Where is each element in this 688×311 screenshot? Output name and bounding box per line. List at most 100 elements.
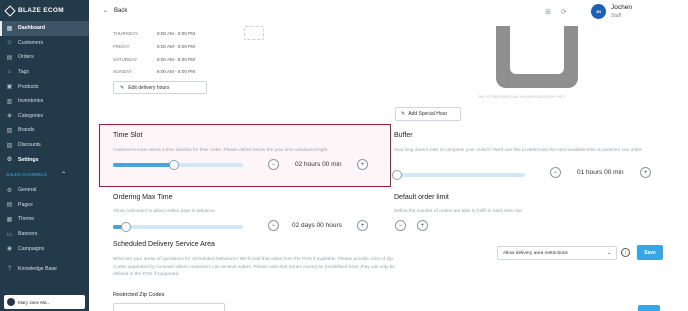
buffer-description: How long does it take to complete your o… xyxy=(394,147,643,152)
ordering-max-time-value: 02 days 00 hours xyxy=(292,222,342,229)
chevron-down-icon: ⌄ xyxy=(606,250,611,256)
dashboard-icon: ▦ xyxy=(6,25,13,32)
user-role: Staff xyxy=(611,13,622,19)
sidebar-item-label: Theme xyxy=(18,216,35,223)
time-slot-slider[interactable] xyxy=(113,160,243,170)
restricted-zip-input[interactable] xyxy=(113,303,225,311)
sidebar-item-label: Discounts xyxy=(18,142,41,149)
top-bar: ← Back ⊞ ⟳ JN Jochen Staff xyxy=(89,0,688,26)
sidebar-item-dashboard[interactable]: ▦ Dashboard xyxy=(0,21,89,36)
sales-channels-label: SALES CHANNELS xyxy=(6,172,48,178)
ordering-max-time-slider[interactable] xyxy=(113,222,243,232)
sidebar-item-tags[interactable]: ⌂ Tags xyxy=(0,65,89,80)
add-special-hour-button[interactable]: ✎ Add Special Hour xyxy=(395,107,461,121)
ordering-max-time-decrement-button[interactable]: − xyxy=(268,220,279,231)
general-icon: ⚙ xyxy=(6,187,13,194)
sidebar-item-general[interactable]: ⚙ General xyxy=(0,183,89,198)
edit-delivery-hours-button[interactable]: ✎ Edit delivery hours xyxy=(113,81,207,94)
sidebar-item-theme[interactable]: ▦ Theme xyxy=(0,212,89,227)
save-button[interactable]: Save xyxy=(637,245,663,260)
slider-handle[interactable] xyxy=(392,170,402,180)
back-label: Back xyxy=(114,8,128,14)
sidebar: BLAZE ECOM ▦ Dashboard ☺ Customers ▤ Orders ⌂ T… xyxy=(0,0,89,311)
gear-icon: ⚙ xyxy=(6,157,13,164)
order-limit-decrement-button[interactable]: − xyxy=(395,220,406,231)
sidebar-item-label: Campaigns xyxy=(18,245,45,252)
refresh-icon[interactable]: ⟳ xyxy=(561,8,567,16)
logo-icon xyxy=(4,4,16,17)
bottom-action-button[interactable] xyxy=(638,305,660,311)
sidebar-item-inventories[interactable]: ▥ Inventories xyxy=(0,94,89,109)
help-icon: ? xyxy=(7,266,12,273)
sidebar-item-products[interactable]: ▣ Products xyxy=(0,79,89,94)
chevron-up-icon: ⌃ xyxy=(61,172,67,179)
default-order-limit-description: Define the number of orders are able to … xyxy=(394,208,523,213)
brand-name: BLAZE ECOM xyxy=(18,7,64,14)
store-avatar xyxy=(7,298,15,306)
buffer-value: 01 hours 00 min xyxy=(577,169,624,176)
sidebar-item-label: General xyxy=(18,187,37,194)
sidebar-item-label: Products xyxy=(18,83,39,90)
sidebar-item-label: Inventories xyxy=(18,98,44,105)
scheduled-area-description: What are your areas of operations for Sc… xyxy=(113,256,395,276)
discount-icon: ▨ xyxy=(6,142,13,149)
sidebar-item-label: Pages xyxy=(18,201,33,208)
sidebar-item-label: Dashboard xyxy=(18,25,46,32)
upload-placeholder[interactable] xyxy=(244,26,264,40)
time-slot-increment-button[interactable]: + xyxy=(357,159,368,170)
sidebar-item-knowledge-base[interactable]: ? Knowledge Base xyxy=(0,262,89,277)
hours-row: SUNDAY 8:00 AM - 8:00 PM xyxy=(113,69,196,74)
ordering-max-time-description: Allow customers to place orders days in … xyxy=(113,208,216,213)
sidebar-item-brands[interactable]: ▧ Brands xyxy=(0,123,89,138)
order-limit-increment-button[interactable]: + xyxy=(417,220,428,231)
sidebar-item-label: Banners xyxy=(18,231,38,238)
arrow-left-icon: ← xyxy=(103,8,109,14)
inventory-icon: ▥ xyxy=(6,98,13,105)
sales-channels-header[interactable]: SALES CHANNELS ⌃ xyxy=(0,167,89,183)
banner-icon: ▭ xyxy=(6,231,13,238)
scheduled-area-title: Scheduled Delivery Service Area xyxy=(113,241,215,248)
sidebar-item-orders[interactable]: ▤ Orders xyxy=(0,50,89,65)
products-icon: ▣ xyxy=(6,84,13,91)
ordering-max-time-increment-button[interactable]: + xyxy=(357,220,368,231)
buffer-increment-button[interactable]: + xyxy=(640,167,651,178)
theme-icon: ▦ xyxy=(6,216,13,223)
store-switcher[interactable]: Mary Jane Ma... xyxy=(4,295,85,309)
sidebar-item-banners[interactable]: ▭ Banners xyxy=(0,227,89,242)
time-slot-description: Customers must select a time window for … xyxy=(113,147,329,152)
back-button[interactable]: ← Back xyxy=(103,8,127,14)
sidebar-item-pages[interactable]: ▤ Pages xyxy=(0,198,89,213)
brand-logo[interactable]: BLAZE ECOM xyxy=(0,0,89,21)
empty-state-text: NO STORE/SPECIAL HOURS/DELIVERY YET. xyxy=(479,95,567,99)
orders-icon: ▤ xyxy=(6,54,13,61)
sidebar-item-label: Categories xyxy=(18,112,44,119)
slider-handle[interactable] xyxy=(121,222,131,232)
time-slot-decrement-button[interactable]: − xyxy=(268,159,279,170)
edit-icon: ✎ xyxy=(120,84,125,91)
sidebar-item-label: Knowledge Base xyxy=(18,266,57,273)
ordering-max-time-title: Ordering Max Time xyxy=(113,194,173,201)
sidebar-item-campaigns[interactable]: ◉ Campaigns xyxy=(0,241,89,256)
info-icon[interactable]: i xyxy=(621,248,630,257)
buffer-decrement-button[interactable]: − xyxy=(550,167,561,178)
sidebar-item-label: Orders xyxy=(18,54,34,61)
categories-icon: ◈ xyxy=(7,113,12,120)
sidebar-item-categories[interactable]: ◈ Categories xyxy=(0,109,89,124)
sidebar-item-label: Tags xyxy=(18,69,29,76)
delivery-area-select[interactable]: Allow delivery area restrictions ⌄ xyxy=(497,246,617,260)
sidebar-item-customers[interactable]: ☺ Customers xyxy=(0,36,89,51)
edit-icon: ✎ xyxy=(401,111,406,117)
default-order-limit-title: Default order limit xyxy=(394,194,449,201)
buffer-slider[interactable] xyxy=(392,170,525,180)
restricted-zip-label: Restricted Zip Codes xyxy=(113,292,165,298)
gift-icon[interactable]: ⊞ xyxy=(545,8,551,16)
sidebar-item-discounts[interactable]: ▨ Discounts xyxy=(0,138,89,153)
store-name: Mary Jane Ma... xyxy=(18,299,51,305)
sidebar-item-settings[interactable]: ⚙ Settings xyxy=(0,152,89,167)
pages-icon: ▤ xyxy=(6,202,13,209)
time-slot-title: Time Slot xyxy=(113,132,143,139)
hours-row: FRIDAY 8:00 AM - 8:00 PM xyxy=(113,44,196,49)
time-slot-highlight xyxy=(99,124,391,187)
buffer-title: Buffer xyxy=(394,132,413,139)
user-avatar[interactable]: JN xyxy=(591,4,606,19)
